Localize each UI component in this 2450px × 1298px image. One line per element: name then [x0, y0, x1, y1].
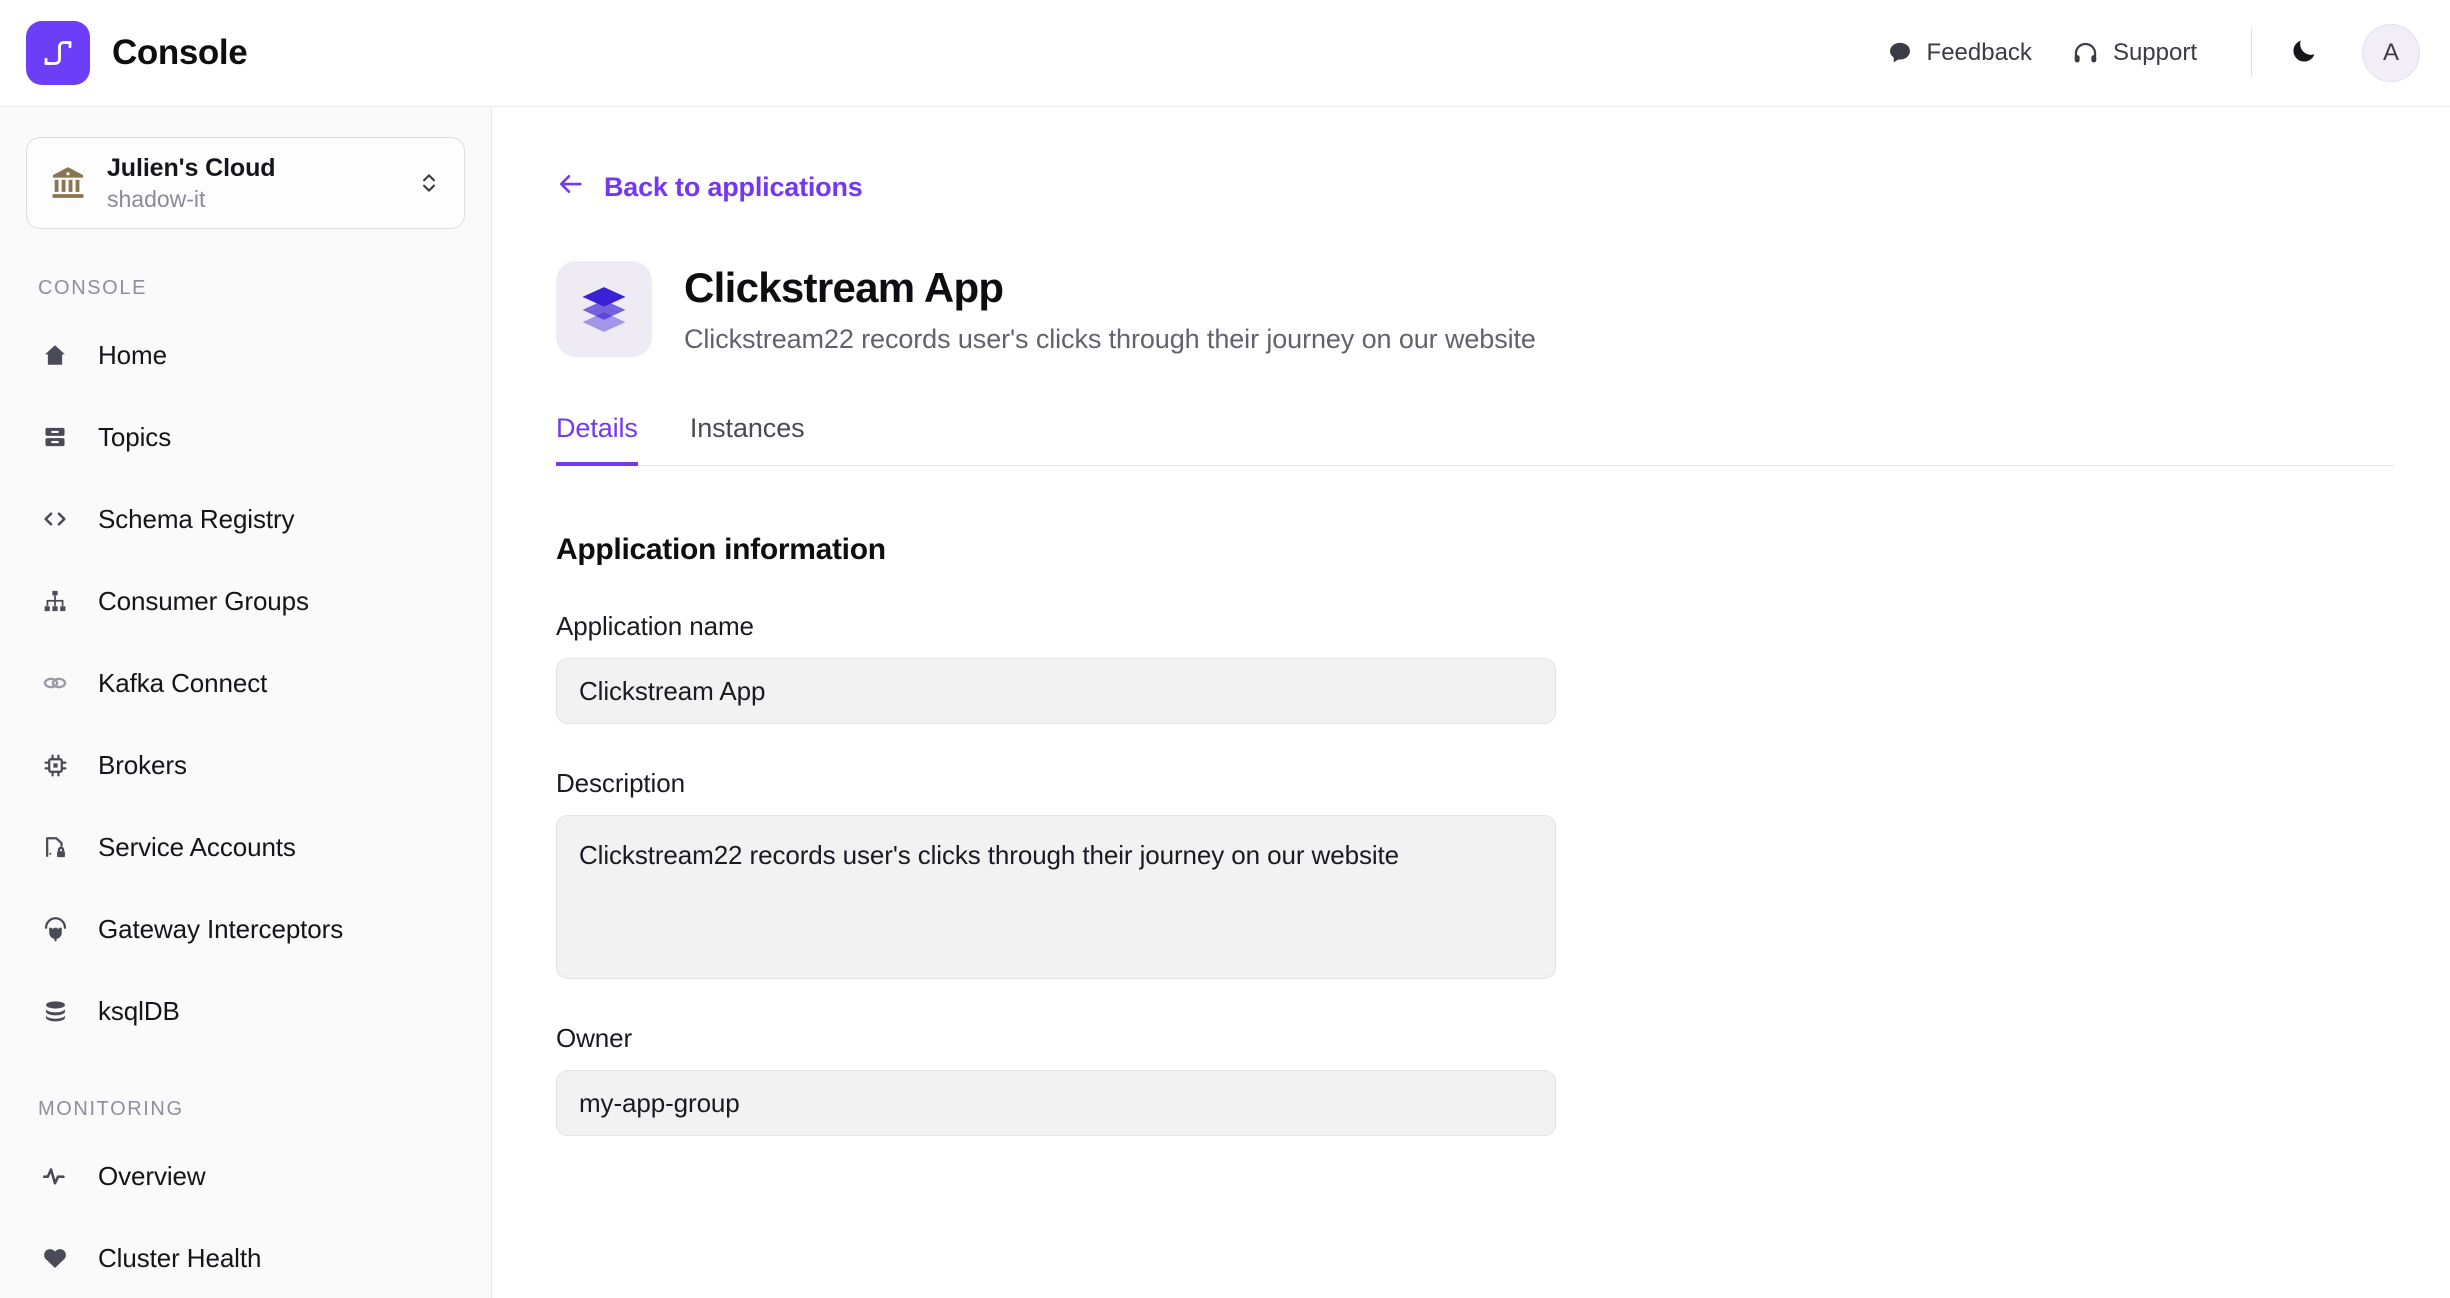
nav-section-console-label: CONSOLE [38, 277, 148, 299]
sidebar-item-label: Topics [98, 421, 172, 452]
feedback-button[interactable]: Feedback [1867, 29, 2052, 77]
field-label-description: Description [556, 768, 685, 798]
main-content: Back to applications Clickstream App Cli… [492, 107, 2450, 1298]
org-tree-icon [38, 584, 72, 618]
nav-list-console: Home Topics Schema Registry Consumer Gro… [0, 314, 491, 1052]
sidebar-item-label: Service Accounts [98, 831, 296, 862]
topics-stack-icon [38, 420, 72, 454]
nav-section-monitoring-label: MONITORING [38, 1098, 184, 1120]
sidebar-item-label: Consumer Groups [98, 585, 309, 616]
database-icon [38, 994, 72, 1028]
sidebar-item-label: Schema Registry [98, 503, 295, 534]
header-actions: Feedback Support A [1867, 24, 2420, 82]
nav-list-monitoring: Overview Cluster Health [0, 1135, 491, 1298]
sidebar-item-label: Cluster Health [98, 1242, 262, 1273]
arrow-left-icon [556, 169, 586, 206]
owner-input[interactable]: my-app-group [556, 1070, 1556, 1136]
avatar-initial: A [2382, 39, 2399, 66]
page-title: Clickstream App [684, 263, 1004, 311]
field-label-application-name: Application name [556, 611, 754, 641]
bank-building-icon [49, 164, 87, 202]
application-name-input[interactable]: Clickstream App [556, 658, 1556, 724]
sidebar-item-label: Home [98, 339, 167, 370]
field-label-owner: Owner [556, 1023, 633, 1053]
sidebar-item-kafka-connect[interactable]: Kafka Connect [0, 642, 491, 724]
plug-icon [38, 912, 72, 946]
layers-stack-icon [556, 261, 652, 357]
support-label: Support [2112, 39, 2197, 66]
chevron-up-down-icon[interactable] [416, 170, 442, 196]
organization-subtitle: shadow-it [107, 185, 206, 212]
description-textarea[interactable]: Clickstream22 records user's clicks thro… [556, 815, 1556, 979]
back-link-label: Back to applications [604, 172, 863, 202]
headphones-icon [2072, 40, 2099, 67]
organization-name: Julien's Cloud [107, 153, 276, 182]
sidebar-item-consumer-groups[interactable]: Consumer Groups [0, 560, 491, 642]
application-description: Clickstream22 records user's clicks thro… [684, 323, 1536, 354]
heart-icon [38, 1241, 72, 1275]
organization-selector[interactable]: Julien's Cloud shadow-it [26, 137, 465, 229]
section-heading-application-information: Application information [556, 533, 886, 566]
moon-icon [2289, 36, 2319, 71]
sidebar-item-label: Brokers [98, 749, 187, 780]
dark-mode-toggle[interactable] [2278, 27, 2330, 79]
user-avatar[interactable]: A [2362, 24, 2420, 82]
sidebar-item-brokers[interactable]: Brokers [0, 724, 491, 806]
tab-bar: Details Instances [556, 413, 2394, 466]
sidebar-item-home[interactable]: Home [0, 314, 491, 396]
code-brackets-icon [38, 502, 72, 536]
back-to-applications-link[interactable]: Back to applications [556, 169, 863, 206]
sidebar-item-label: Kafka Connect [98, 667, 268, 698]
home-icon [38, 338, 72, 372]
conduktor-fork-icon [26, 21, 90, 85]
sidebar-item-label: ksqlDB [98, 995, 180, 1026]
support-button[interactable]: Support [2052, 29, 2217, 77]
field-owner: Owner my-app-group [556, 1023, 1556, 1136]
pulse-activity-icon [38, 1159, 72, 1193]
sidebar-item-ksqldb[interactable]: ksqlDB [0, 970, 491, 1052]
sidebar-item-label: Overview [98, 1160, 206, 1191]
tab-instances[interactable]: Instances [690, 413, 805, 466]
app-brand-title: Console [112, 33, 248, 72]
sidebar-item-gateway-interceptors[interactable]: Gateway Interceptors [0, 888, 491, 970]
sidebar-item-topics[interactable]: Topics [0, 396, 491, 478]
top-header-bar: Console Feedback Support A [0, 0, 2450, 107]
field-application-name: Application name Clickstream App [556, 611, 1556, 724]
chat-bubble-icon [1887, 40, 1913, 66]
tab-details[interactable]: Details [556, 413, 638, 466]
sidebar-item-cluster-health[interactable]: Cluster Health [0, 1217, 491, 1298]
main-sidebar: Julien's Cloud shadow-it CONSOLE Home To… [0, 107, 492, 1298]
sidebar-item-overview[interactable]: Overview [0, 1135, 491, 1217]
document-lock-icon [38, 830, 72, 864]
header-divider [2251, 29, 2252, 77]
application-header: Clickstream App Clickstream22 records us… [556, 261, 2450, 357]
brand-area[interactable]: Console [26, 21, 248, 85]
field-description: Description Clickstream22 records user's… [556, 768, 1556, 979]
link-chain-icon [38, 666, 72, 700]
feedback-label: Feedback [1926, 39, 2032, 66]
sidebar-item-label: Gateway Interceptors [98, 913, 344, 944]
sidebar-item-service-accounts[interactable]: Service Accounts [0, 806, 491, 888]
cpu-chip-icon [38, 748, 72, 782]
sidebar-item-schema-registry[interactable]: Schema Registry [0, 478, 491, 560]
